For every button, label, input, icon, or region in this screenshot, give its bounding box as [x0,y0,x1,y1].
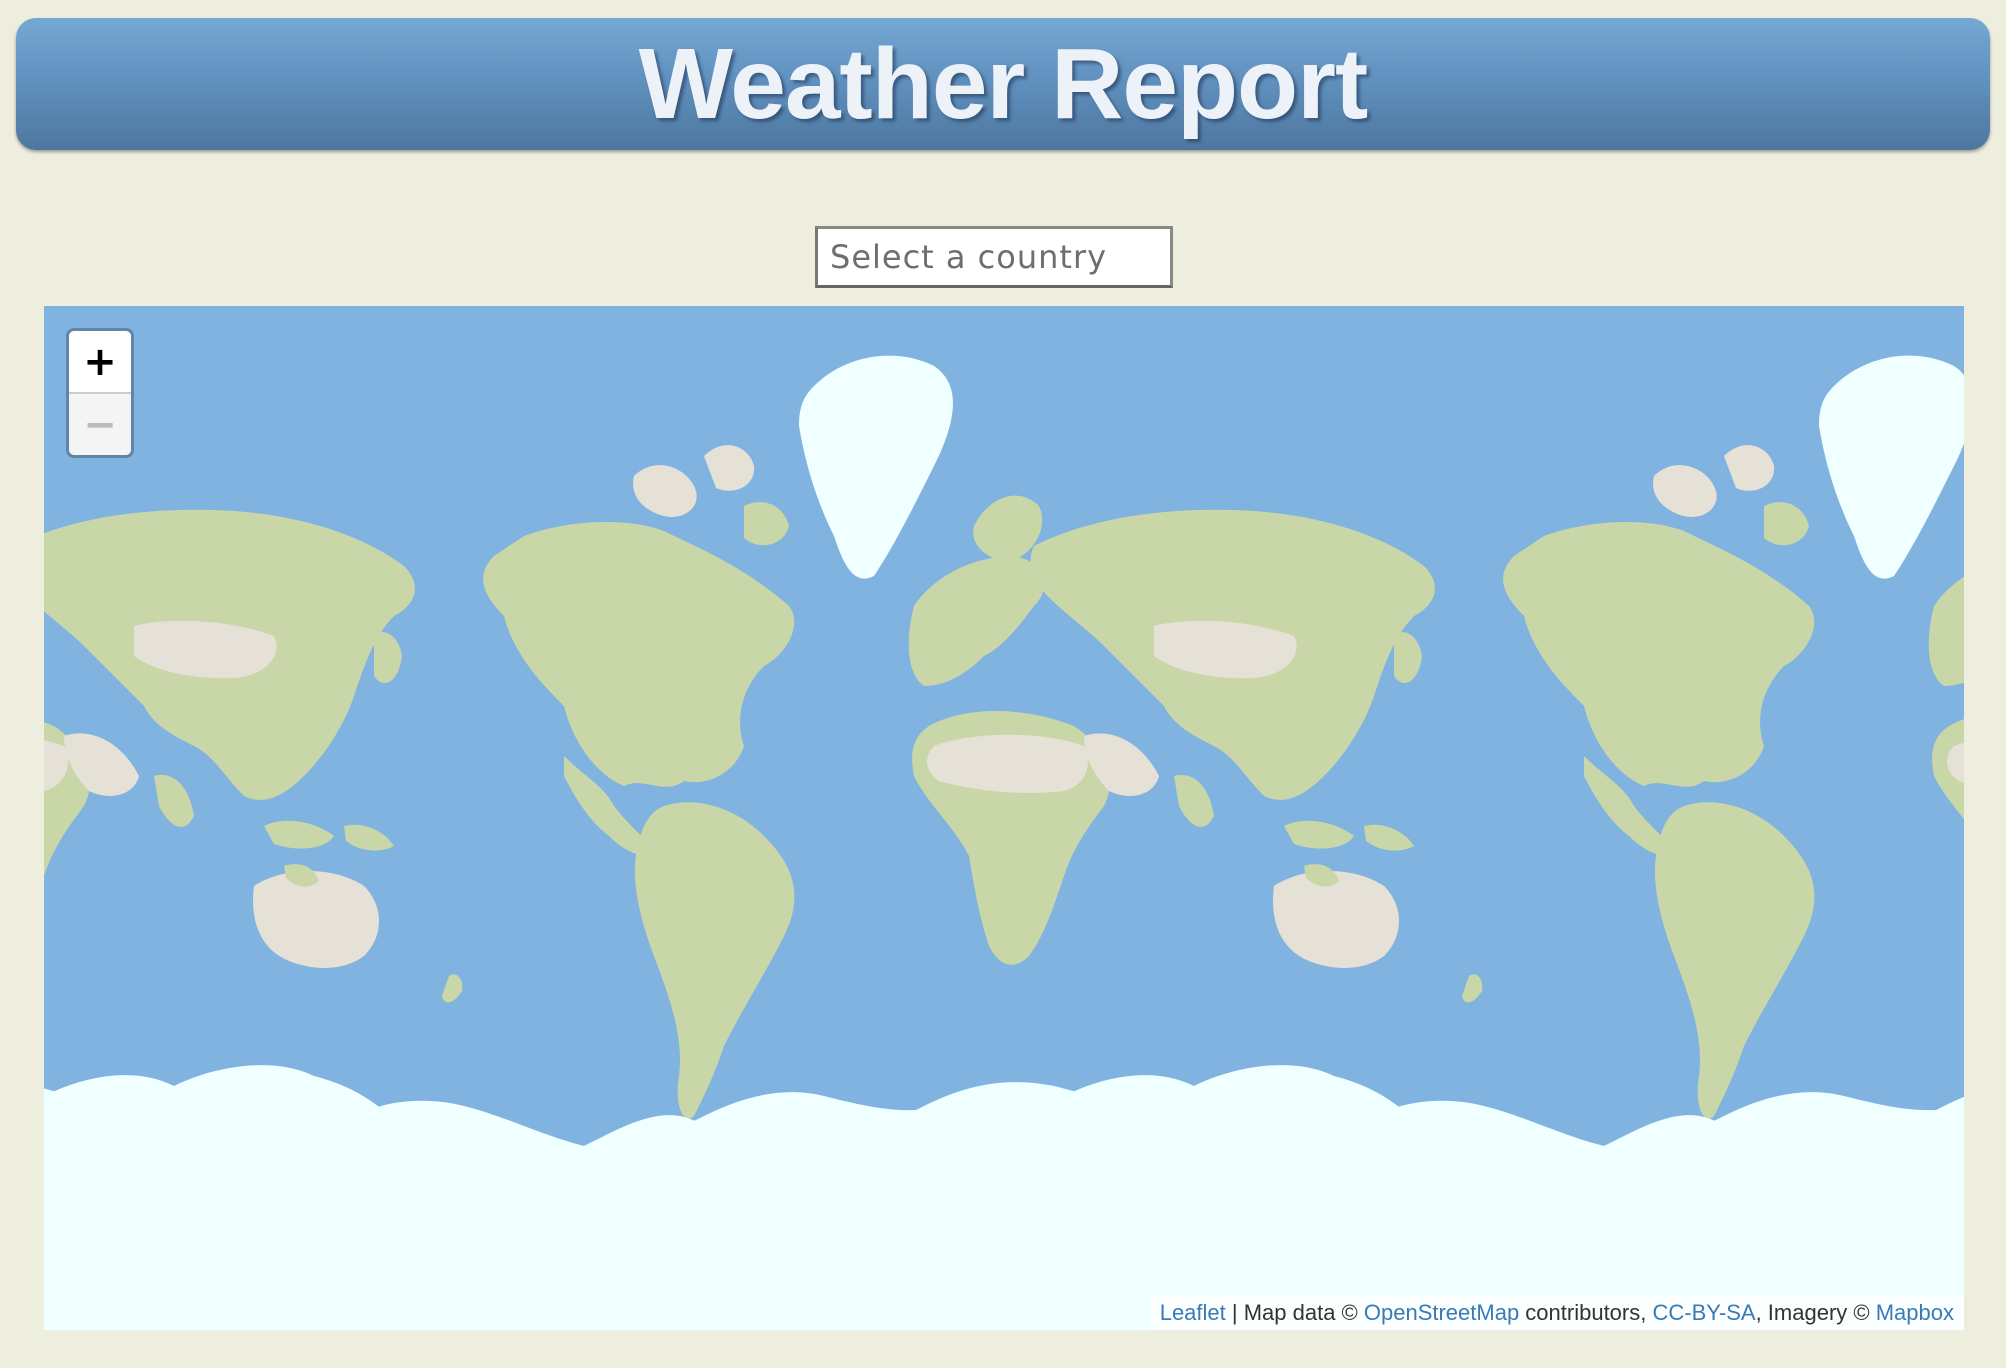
leaflet-link[interactable]: Leaflet [1160,1300,1226,1325]
attribution-text-3: , Imagery © [1755,1300,1876,1325]
attribution-text-1: | Map data © [1225,1300,1364,1325]
page-header: Weather Report [16,18,1990,150]
mapbox-link[interactable]: Mapbox [1876,1300,1954,1325]
map-attribution: Leaflet | Map data © OpenStreetMap contr… [1149,1296,1964,1330]
zoom-in-button[interactable]: + [69,331,131,394]
world-map[interactable]: + − Leaflet | Map data © OpenStreetMap c… [44,306,1964,1330]
attribution-text-2: contributors, [1519,1300,1653,1325]
map-tiles [44,355,1964,1330]
page-title: Weather Report [638,27,1369,140]
country-search-input[interactable] [815,226,1173,288]
openstreetmap-link[interactable]: OpenStreetMap [1364,1300,1519,1325]
zoom-control: + − [66,328,134,458]
zoom-out-button[interactable]: − [69,394,131,455]
license-link[interactable]: CC-BY-SA [1652,1300,1755,1325]
